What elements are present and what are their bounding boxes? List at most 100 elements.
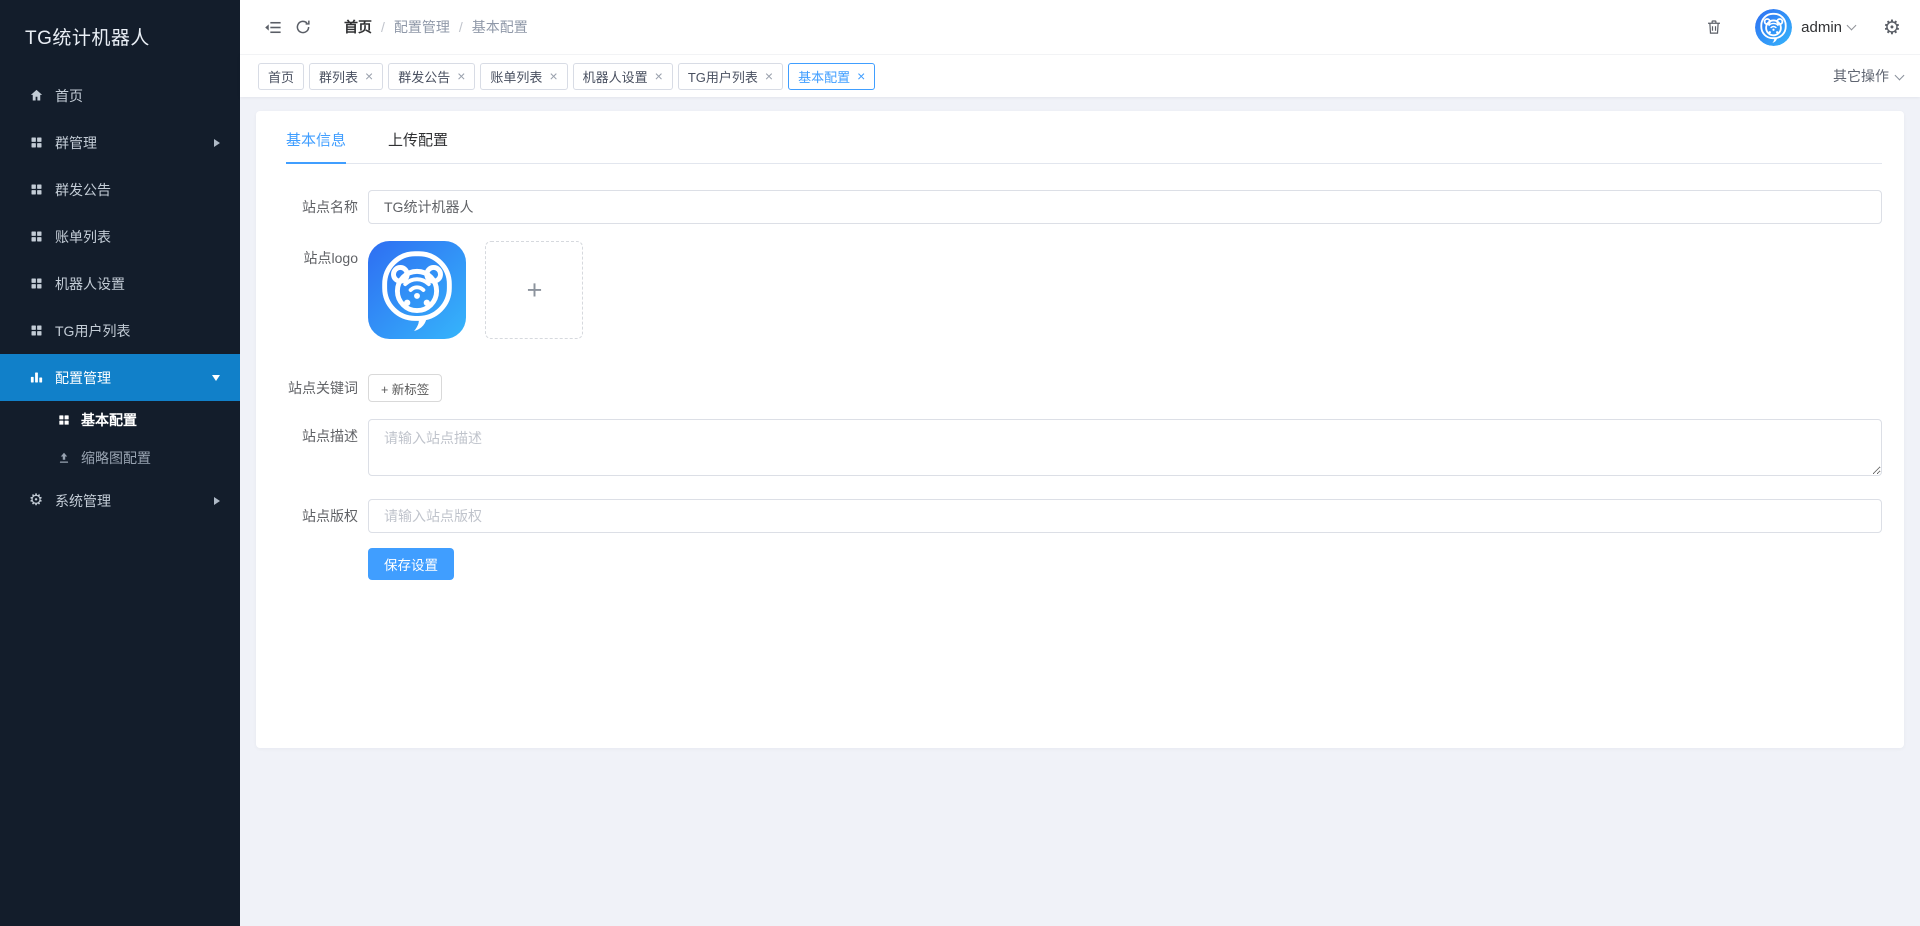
sidebar-item-config-mgmt[interactable]: 配置管理 [0,354,240,401]
sidebar-item-label: 配置管理 [55,369,111,386]
sidebar-item-label: TG用户列表 [55,322,131,339]
tags-bar: 首页 群列表 × 群发公告 × 账单列表 × 机器人设置 × TG用户列表 × [240,54,1920,97]
more-actions-dropdown[interactable]: 其它操作 [1833,66,1905,86]
save-row: 保存设置 [286,548,1882,580]
chevron-down-icon [1894,70,1905,80]
site-desc-row: 站点描述 [286,419,1882,481]
tab-basic-info[interactable]: 基本信息 [286,129,347,164]
tab-upload-config[interactable]: 上传配置 [388,129,448,163]
sidebar-item-robot-settings[interactable]: 机器人设置 [0,260,240,307]
tag-tg-user-list[interactable]: TG用户列表 × [677,62,784,90]
sidebar-item-tg-user-list[interactable]: TG用户列表 [0,307,240,354]
sidebar-item-label: 首页 [55,87,83,104]
basic-config-form: 站点名称 站点logo [286,190,1882,580]
tag-label: 群发公告 [398,69,451,85]
sidebar-item-label: 机器人设置 [55,275,125,292]
arrow-right-icon [214,496,220,505]
tag-label: 机器人设置 [582,69,648,85]
site-keywords-label: 站点关键词 [288,380,358,396]
tag-bill-list[interactable]: 账单列表 × [480,62,568,90]
tag-label: TG用户列表 [687,69,758,85]
grid-icon [28,135,44,151]
tag-group-list[interactable]: 群列表 × [309,62,384,90]
tag-robot-settings[interactable]: 机器人设置 × [572,62,673,90]
username[interactable]: admin [1801,19,1842,36]
sidebar-item-broadcast[interactable]: 群发公告 [0,166,240,213]
content-area: 基本信息 上传配置 站点名称 站点logo [240,97,1920,926]
grid-icon [28,276,44,292]
site-name-input[interactable] [368,190,1882,224]
sidebar-item-label: 账单列表 [55,228,111,245]
sidebar-item-system-mgmt[interactable]: ⚙ 系统管理 [0,477,240,524]
save-settings-button[interactable]: 保存设置 [368,548,454,580]
bar-chart-icon [28,370,44,386]
upload-icon [56,451,71,466]
sidebar-item-bill-list[interactable]: 账单列表 [0,213,240,260]
breadcrumb-home[interactable]: 首页 [344,17,372,37]
tag-basic-config[interactable]: 基本配置 × [788,62,876,90]
sidebar-subitem-label: 基本配置 [81,412,137,428]
breadcrumb: 首页 / 配置管理 / 基本配置 [344,17,528,37]
site-copyright-row: 站点版权 [286,499,1882,533]
tag-broadcast[interactable]: 群发公告 × [388,62,476,90]
gear-icon: ⚙ [28,491,44,509]
main-area: 首页 / 配置管理 / 基本配置 admin ⚙ 首页 群列表 × 群发公告 ×… [240,0,1920,926]
tag-label: 群列表 [319,69,359,85]
breadcrumb-config-mgmt: 配置管理 [393,19,450,35]
close-icon[interactable]: × [857,69,865,83]
close-icon[interactable]: × [655,69,663,83]
home-icon [28,88,44,104]
top-navbar: 首页 / 配置管理 / 基本配置 admin ⚙ [240,0,1920,54]
sidebar-item-home[interactable]: 首页 [0,72,240,119]
site-desc-label: 站点描述 [302,428,358,444]
site-logo-label: 站点logo [303,250,358,266]
logo-upload-button[interactable]: + [485,241,584,339]
sidebar-subitem-thumbnail-config[interactable]: 缩略图配置 [0,439,240,477]
settings-gear-icon[interactable]: ⚙ [1877,12,1907,42]
site-logo-row: 站点logo + [286,241,1882,339]
chevron-down-icon[interactable] [1846,20,1857,31]
app-title: TG统计机器人 [25,27,150,49]
site-name-label: 站点名称 [302,199,358,215]
close-icon[interactable]: × [765,69,773,83]
sidebar-subitem-basic-config[interactable]: 基本配置 [0,401,240,439]
breadcrumb-separator: / [458,19,463,35]
sidebar-item-label: 群发公告 [55,181,111,198]
breadcrumb-basic-config: 基本配置 [471,19,528,35]
trash-icon[interactable] [1699,12,1729,42]
close-icon[interactable]: × [457,69,465,83]
tag-label: 账单列表 [490,69,543,85]
tag-label: 首页 [268,69,295,85]
arrow-right-icon [214,138,220,147]
site-copyright-input[interactable] [368,499,1882,533]
site-copyright-label: 站点版权 [302,508,358,524]
grid-icon [28,182,44,198]
navbar-right: admin ⚙ [1699,8,1907,46]
sidebar-item-label: 系统管理 [55,492,111,509]
settings-tabs: 基本信息 上传配置 [286,129,1882,164]
grid-icon [56,413,71,428]
add-keyword-tag-button[interactable]: + 新标签 [368,374,443,402]
tag-homepage[interactable]: 首页 [258,62,305,90]
close-icon[interactable]: × [549,69,557,83]
app-root: TG统计机器人 首页 群管理 群发公告 账单列表 机器人设置 TG用户列表 配置… [0,0,1920,926]
sidebar: TG统计机器人 首页 群管理 群发公告 账单列表 机器人设置 TG用户列表 配置… [0,0,240,926]
user-avatar[interactable] [1755,8,1793,46]
menu-fold-button[interactable] [258,12,288,42]
sidebar-item-label: 群管理 [55,134,97,151]
site-logo-preview[interactable] [368,241,466,339]
grid-icon [28,323,44,339]
site-keywords-row: 站点关键词 + 新标签 [286,374,1882,402]
breadcrumb-separator: / [381,19,385,35]
grid-icon [28,229,44,245]
site-desc-textarea[interactable] [368,419,1882,476]
site-name-row: 站点名称 [286,190,1882,224]
refresh-button[interactable] [288,12,318,42]
tag-label: 基本配置 [798,69,851,85]
plus-icon: + [526,274,543,305]
more-actions-label: 其它操作 [1833,68,1889,84]
close-icon[interactable]: × [365,69,373,83]
arrow-down-icon [212,374,220,381]
sidebar-item-group-mgmt[interactable]: 群管理 [0,119,240,166]
settings-card: 基本信息 上传配置 站点名称 站点logo [256,111,1904,748]
